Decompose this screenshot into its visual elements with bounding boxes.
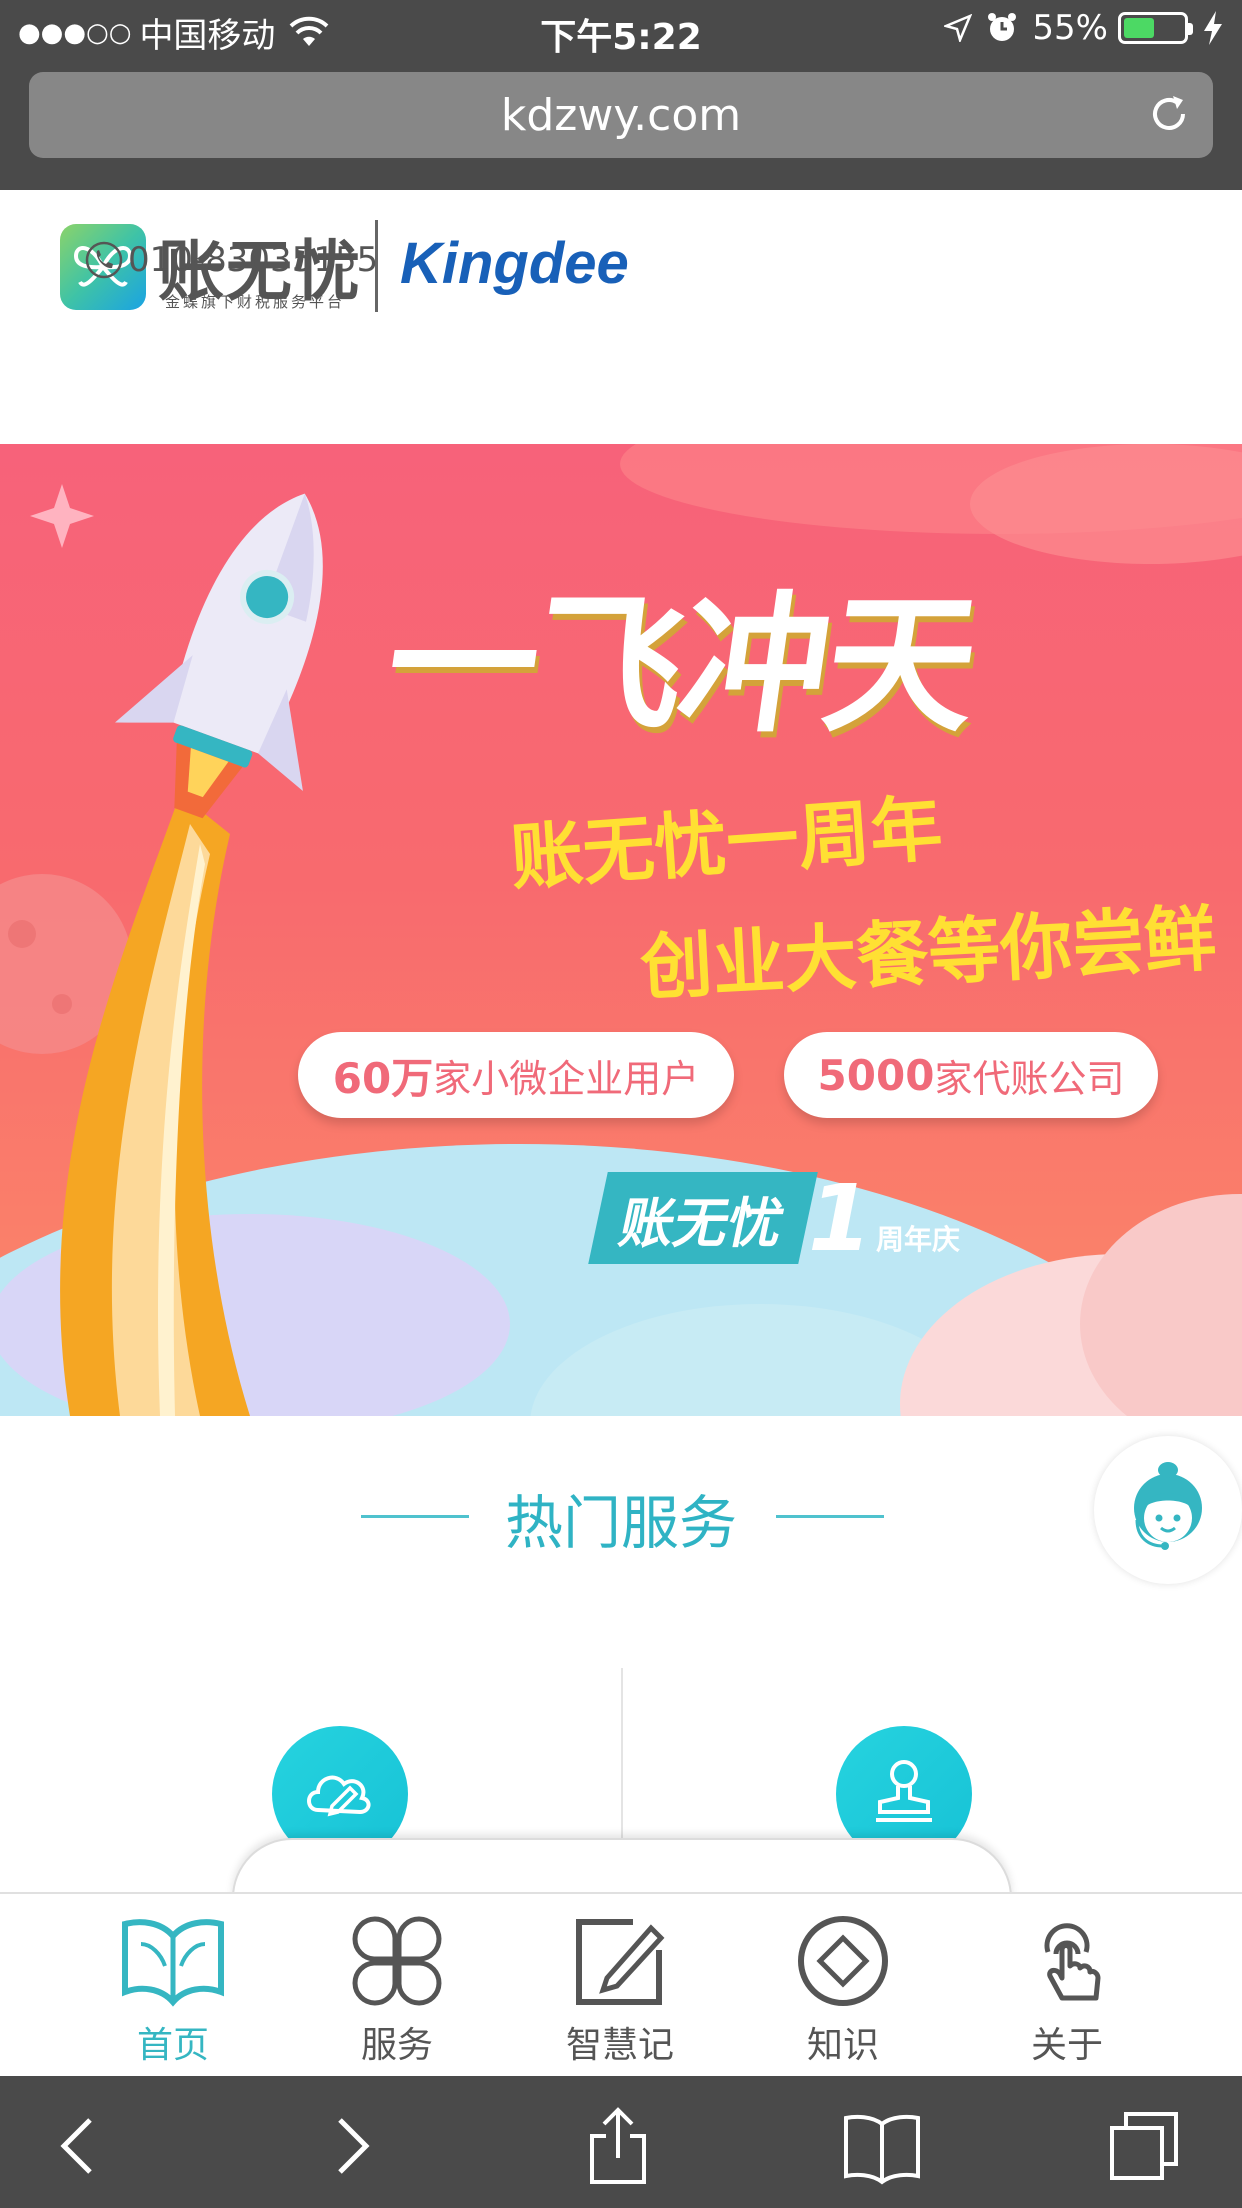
alarm-icon — [988, 13, 1017, 41]
logo-subtitle: 金蝶旗下财税服务平台 — [165, 293, 346, 311]
bookmarks-icon[interactable] — [842, 2106, 922, 2186]
four-circles-icon — [352, 1916, 442, 2006]
tab-about-label: 关于 — [1030, 2025, 1103, 2066]
edit-note-icon — [576, 1919, 665, 2005]
charging-bolt-icon — [1204, 11, 1222, 45]
stat-pill-users: 60万 家小微企业用户 — [298, 1032, 734, 1118]
phone-link[interactable]: 010-83035155 — [84, 240, 378, 280]
location-arrow-icon — [944, 14, 973, 42]
heading-line-right — [776, 1515, 884, 1518]
banner-headline: 一飞冲天 — [375, 577, 985, 753]
tab-home-label: 首页 — [136, 2025, 209, 2066]
anniversary-label: 周年庆 — [876, 1223, 961, 1256]
tab-services-label: 服务 — [360, 2025, 433, 2066]
stamp-icon — [876, 1760, 932, 1822]
tab-smart-notes-label: 智慧记 — [565, 2025, 674, 2066]
browser-toolbar — [0, 2076, 1242, 2208]
anniversary-badge-brand: 账无忧 — [588, 1172, 818, 1264]
stat-users-label: 家小微企业用户 — [433, 1056, 700, 1101]
back-icon[interactable] — [38, 2106, 118, 2186]
status-right: 55% — [944, 8, 1224, 48]
customer-service-icon — [1134, 1462, 1202, 1550]
hero-banner[interactable]: 一飞冲天 账无忧一周年 创业大餐等你尝鲜 60万 家小微企业用户 5000 家代… — [0, 444, 1242, 1416]
share-icon[interactable] — [578, 2106, 658, 2186]
brand-logo-kingdee[interactable]: Kingdee — [400, 230, 629, 297]
stat-agencies-number: 5000 — [817, 1050, 935, 1100]
stat-pill-agencies: 5000 家代账公司 — [784, 1032, 1158, 1118]
phone-icon — [85, 241, 123, 279]
anniversary-number: 1 — [808, 1165, 873, 1272]
customer-service-button[interactable] — [1094, 1436, 1242, 1584]
tab-home[interactable]: 首页 — [83, 1914, 263, 2074]
reload-icon[interactable] — [1147, 92, 1191, 136]
stat-agencies-label: 家代账公司 — [934, 1056, 1125, 1101]
tab-knowledge[interactable]: 知识 — [753, 1914, 933, 2074]
url-text[interactable]: kdzwy.com — [29, 90, 1213, 141]
diamond-icon — [798, 1916, 888, 2006]
phone-number[interactable]: 010-83035155 — [128, 240, 378, 280]
tabs-icon[interactable] — [1104, 2106, 1184, 2186]
address-bar[interactable]: kdzwy.com — [29, 72, 1213, 158]
site-tab-bar: 首页 服务 智慧记 知识 关于 — [0, 1892, 1242, 2076]
tab-smart-notes[interactable]: 智慧记 — [530, 1914, 710, 2074]
section-title: 热门服务 — [504, 1489, 737, 1557]
cloud-edit-icon — [307, 1775, 371, 1817]
book-icon — [122, 1919, 224, 2007]
site-header: 账无忧 金蝶旗下财税服务平台 Kingdee 010-83035155 — [0, 190, 1242, 444]
tab-knowledge-label: 知识 — [806, 2025, 879, 2066]
touch-hand-icon — [1044, 1923, 1101, 2001]
tab-about[interactable]: 关于 — [977, 1914, 1157, 2074]
tab-services[interactable]: 服务 — [307, 1914, 487, 2074]
stat-users-number: 60万 — [332, 1053, 434, 1103]
forward-icon[interactable] — [312, 2106, 392, 2186]
battery-icon — [1118, 12, 1193, 44]
browser-address-area: kdzwy.com — [0, 62, 1242, 190]
status-bar: ●●●○○ 中国移动 下午5:22 55% — [0, 0, 1242, 62]
hot-services-heading: 热门服务 — [0, 1470, 1242, 1560]
battery-percent: 55% — [1032, 8, 1108, 48]
anniversary-badge: 1 周年庆 — [808, 1165, 961, 1272]
